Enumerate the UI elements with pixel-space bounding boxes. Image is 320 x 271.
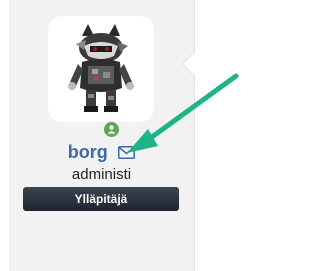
user-silhouette-icon [107,125,116,134]
envelope-icon[interactable] [118,146,136,159]
username-link[interactable]: borg [68,142,108,162]
online-user-icon [102,120,121,139]
avatar-image [68,24,134,112]
avatar[interactable] [48,16,154,122]
role-badge: Ylläpitäjä [23,187,179,211]
user-title: administi [71,166,132,183]
user-profile-card: borg administi Ylläpitäjä [9,0,207,271]
username-row: borg [9,142,194,166]
card-pointer [181,52,207,77]
